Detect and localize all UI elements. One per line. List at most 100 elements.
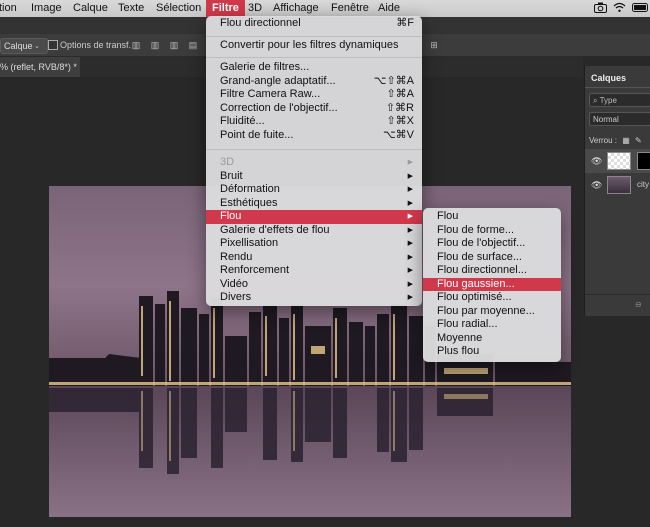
submenu-arrow-icon: ▶ xyxy=(407,173,413,180)
eye-icon[interactable]: 👁 xyxy=(591,156,602,167)
menu-item-shortcut: ⌥⇧⌘A xyxy=(373,75,414,87)
menu-3d[interactable]: 3D xyxy=(248,0,262,17)
menu-item-noise[interactable]: Bruit ▶ xyxy=(206,170,422,184)
menu-bar: tion Image Calque Texte Sélection Filtre… xyxy=(0,0,650,17)
menu-item-last-filter[interactable]: Flou directionnel ⌘F xyxy=(206,17,422,31)
menu-selection[interactable]: Sélection xyxy=(156,0,201,17)
menu-item-distort[interactable]: Déformation ▶ xyxy=(206,183,422,197)
layer-row[interactable]: 👁 xyxy=(585,149,650,173)
menu-separator xyxy=(206,149,422,150)
menu-separator xyxy=(206,57,422,58)
menu-item-label: Flou directionnel... xyxy=(437,264,527,276)
search-icon: ⌕ xyxy=(593,96,598,105)
menu-item-3d: 3D ▶ xyxy=(206,156,422,170)
transform-options-checkbox[interactable] xyxy=(48,40,58,50)
layer-thumbnail xyxy=(607,176,631,194)
menu-item-lens-correction[interactable]: Correction de l'objectif... ⇧⌘R xyxy=(206,102,422,116)
align-right-icon[interactable]: ▥ xyxy=(169,40,179,50)
auto-select-dropdown[interactable]: Calque xyxy=(0,38,48,54)
menu-item-label: Divers xyxy=(220,291,252,303)
submenu-item-motion-blur[interactable]: Flou directionnel... xyxy=(423,264,561,278)
distribute-icon[interactable]: ⊞ xyxy=(429,40,439,50)
menu-item-stylize[interactable]: Esthétiques ▶ xyxy=(206,197,422,211)
menu-item-label: Galerie de filtres... xyxy=(220,61,310,73)
lock-row: Verrou : ▦ ✎ xyxy=(589,136,642,145)
camera-icon[interactable] xyxy=(594,2,607,16)
menu-image[interactable]: Image xyxy=(31,0,62,17)
panel-tab-divider xyxy=(585,87,650,88)
document-tab-title: % (reflet, RVB/8*) * xyxy=(0,62,77,72)
menu-item-camera-raw[interactable]: Filtre Camera Raw... ⇧⌘A xyxy=(206,88,422,102)
layers-panel-title[interactable]: Calques xyxy=(591,73,626,83)
submenu-arrow-icon: ▶ xyxy=(407,267,413,274)
battery-icon[interactable] xyxy=(632,2,650,16)
submenu-item-box-blur[interactable]: Flou par moyenne... xyxy=(423,305,561,319)
menu-item-label: Flou par moyenne... xyxy=(437,304,535,317)
menu-item-sharpen[interactable]: Renforcement ▶ xyxy=(206,264,422,278)
menu-item-liquify[interactable]: Fluidité... ⇧⌘X xyxy=(206,115,422,129)
menu-item-convert-smart-filters[interactable]: Convertir pour les filtres dynamiques xyxy=(206,39,422,53)
layers-panel: Calques ⌕ Type Normal Verrou : ▦ ✎ 👁 👁 c… xyxy=(584,66,650,316)
menu-item-shortcut: ⇧⌘X xyxy=(386,115,414,127)
align-top-icon[interactable]: ▤ xyxy=(188,40,198,50)
menu-item-label: Plus flou xyxy=(437,345,480,357)
lock-transparency-icon[interactable]: ▦ xyxy=(622,136,630,145)
menu-item-label: Flou optimisé... xyxy=(437,291,512,303)
submenu-item-blur[interactable]: Flou xyxy=(423,210,561,224)
menu-item-shortcut: ⇧⌘R xyxy=(385,102,414,114)
link-layers-icon[interactable]: ⊖ xyxy=(635,300,642,309)
menu-calque[interactable]: Calque xyxy=(73,0,108,17)
blend-mode-dropdown[interactable]: Normal xyxy=(589,112,650,126)
submenu-item-gaussian-blur[interactable]: Flou gaussien... xyxy=(423,277,561,291)
menu-item-label: Filtre Camera Raw... xyxy=(220,88,321,100)
document-tab[interactable]: % (reflet, RVB/8*) * xyxy=(0,57,81,77)
menu-item-label: Pixellisation xyxy=(220,237,279,249)
menu-item-shortcut: ⇧⌘A xyxy=(386,88,414,100)
wifi-icon[interactable] xyxy=(613,2,626,16)
menu-aide[interactable]: Aide xyxy=(378,0,400,17)
menu-item-pixelate[interactable]: Pixellisation ▶ xyxy=(206,237,422,251)
menu-item-label: Galerie d'effets de flou xyxy=(220,224,330,236)
menu-item-label: Flou xyxy=(437,210,459,222)
submenu-item-smart-blur[interactable]: Flou optimisé... xyxy=(423,291,561,305)
menu-affichage[interactable]: Affichage xyxy=(273,0,319,17)
submenu-arrow-icon: ▶ xyxy=(407,186,413,193)
menu-item-shortcut: ⌥⌘V xyxy=(382,129,414,141)
menu-texte[interactable]: Texte xyxy=(118,0,144,17)
menu-selection-partial[interactable]: tion xyxy=(0,0,17,17)
submenu-item-average[interactable]: Moyenne xyxy=(423,332,561,346)
layer-row[interactable]: 👁 city xyxy=(585,173,650,197)
menu-item-blur[interactable]: Flou ▶ xyxy=(206,210,422,224)
submenu-arrow-icon: ▶ xyxy=(407,240,413,247)
menu-item-other[interactable]: Divers ▶ xyxy=(206,291,422,305)
eye-icon[interactable]: 👁 xyxy=(591,180,602,191)
menu-item-label: Flou de surface... xyxy=(437,250,522,263)
menu-item-label: Flou xyxy=(220,210,242,222)
submenu-arrow-icon: ▶ xyxy=(407,254,413,261)
layer-filter-input[interactable]: ⌕ Type xyxy=(589,93,650,107)
align-left-icon[interactable]: ▥ xyxy=(131,40,141,50)
submenu-item-radial-blur[interactable]: Flou radial... xyxy=(423,318,561,332)
menu-item-render[interactable]: Rendu ▶ xyxy=(206,251,422,265)
menu-separator xyxy=(206,36,422,37)
menu-item-video[interactable]: Vidéo ▶ xyxy=(206,278,422,292)
submenu-item-surface-blur[interactable]: Flou de surface... xyxy=(423,251,561,265)
menu-item-label: Rendu xyxy=(220,251,253,263)
submenu-arrow-icon: ▶ xyxy=(407,281,413,288)
menu-item-filter-gallery[interactable]: Galerie de filtres... xyxy=(206,61,422,75)
menu-item-label: Flou directionnel xyxy=(220,17,301,29)
menu-filtre[interactable]: Filtre xyxy=(206,0,245,17)
submenu-item-lens-blur[interactable]: Flou de l'objectif... xyxy=(423,237,561,251)
menu-item-label: 3D xyxy=(220,156,235,168)
submenu-item-shape-blur[interactable]: Flou de forme... xyxy=(423,224,561,238)
submenu-item-blur-more[interactable]: Plus flou xyxy=(423,345,561,359)
transform-options-label: Options de transf. xyxy=(60,40,132,50)
layer-mask-thumbnail[interactable] xyxy=(637,152,650,170)
menu-fenetre[interactable]: Fenêtre xyxy=(331,0,369,17)
menu-item-label: Moyenne xyxy=(437,331,483,344)
lock-pixels-icon[interactable]: ✎ xyxy=(635,136,642,145)
menu-item-vanishing-point[interactable]: Point de fuite... ⌥⌘V xyxy=(206,129,422,143)
menu-item-blur-gallery[interactable]: Galerie d'effets de flou ▶ xyxy=(206,224,422,238)
align-center-icon[interactable]: ▥ xyxy=(150,40,160,50)
menu-item-adaptive-wide-angle[interactable]: Grand-angle adaptatif... ⌥⇧⌘A xyxy=(206,75,422,89)
